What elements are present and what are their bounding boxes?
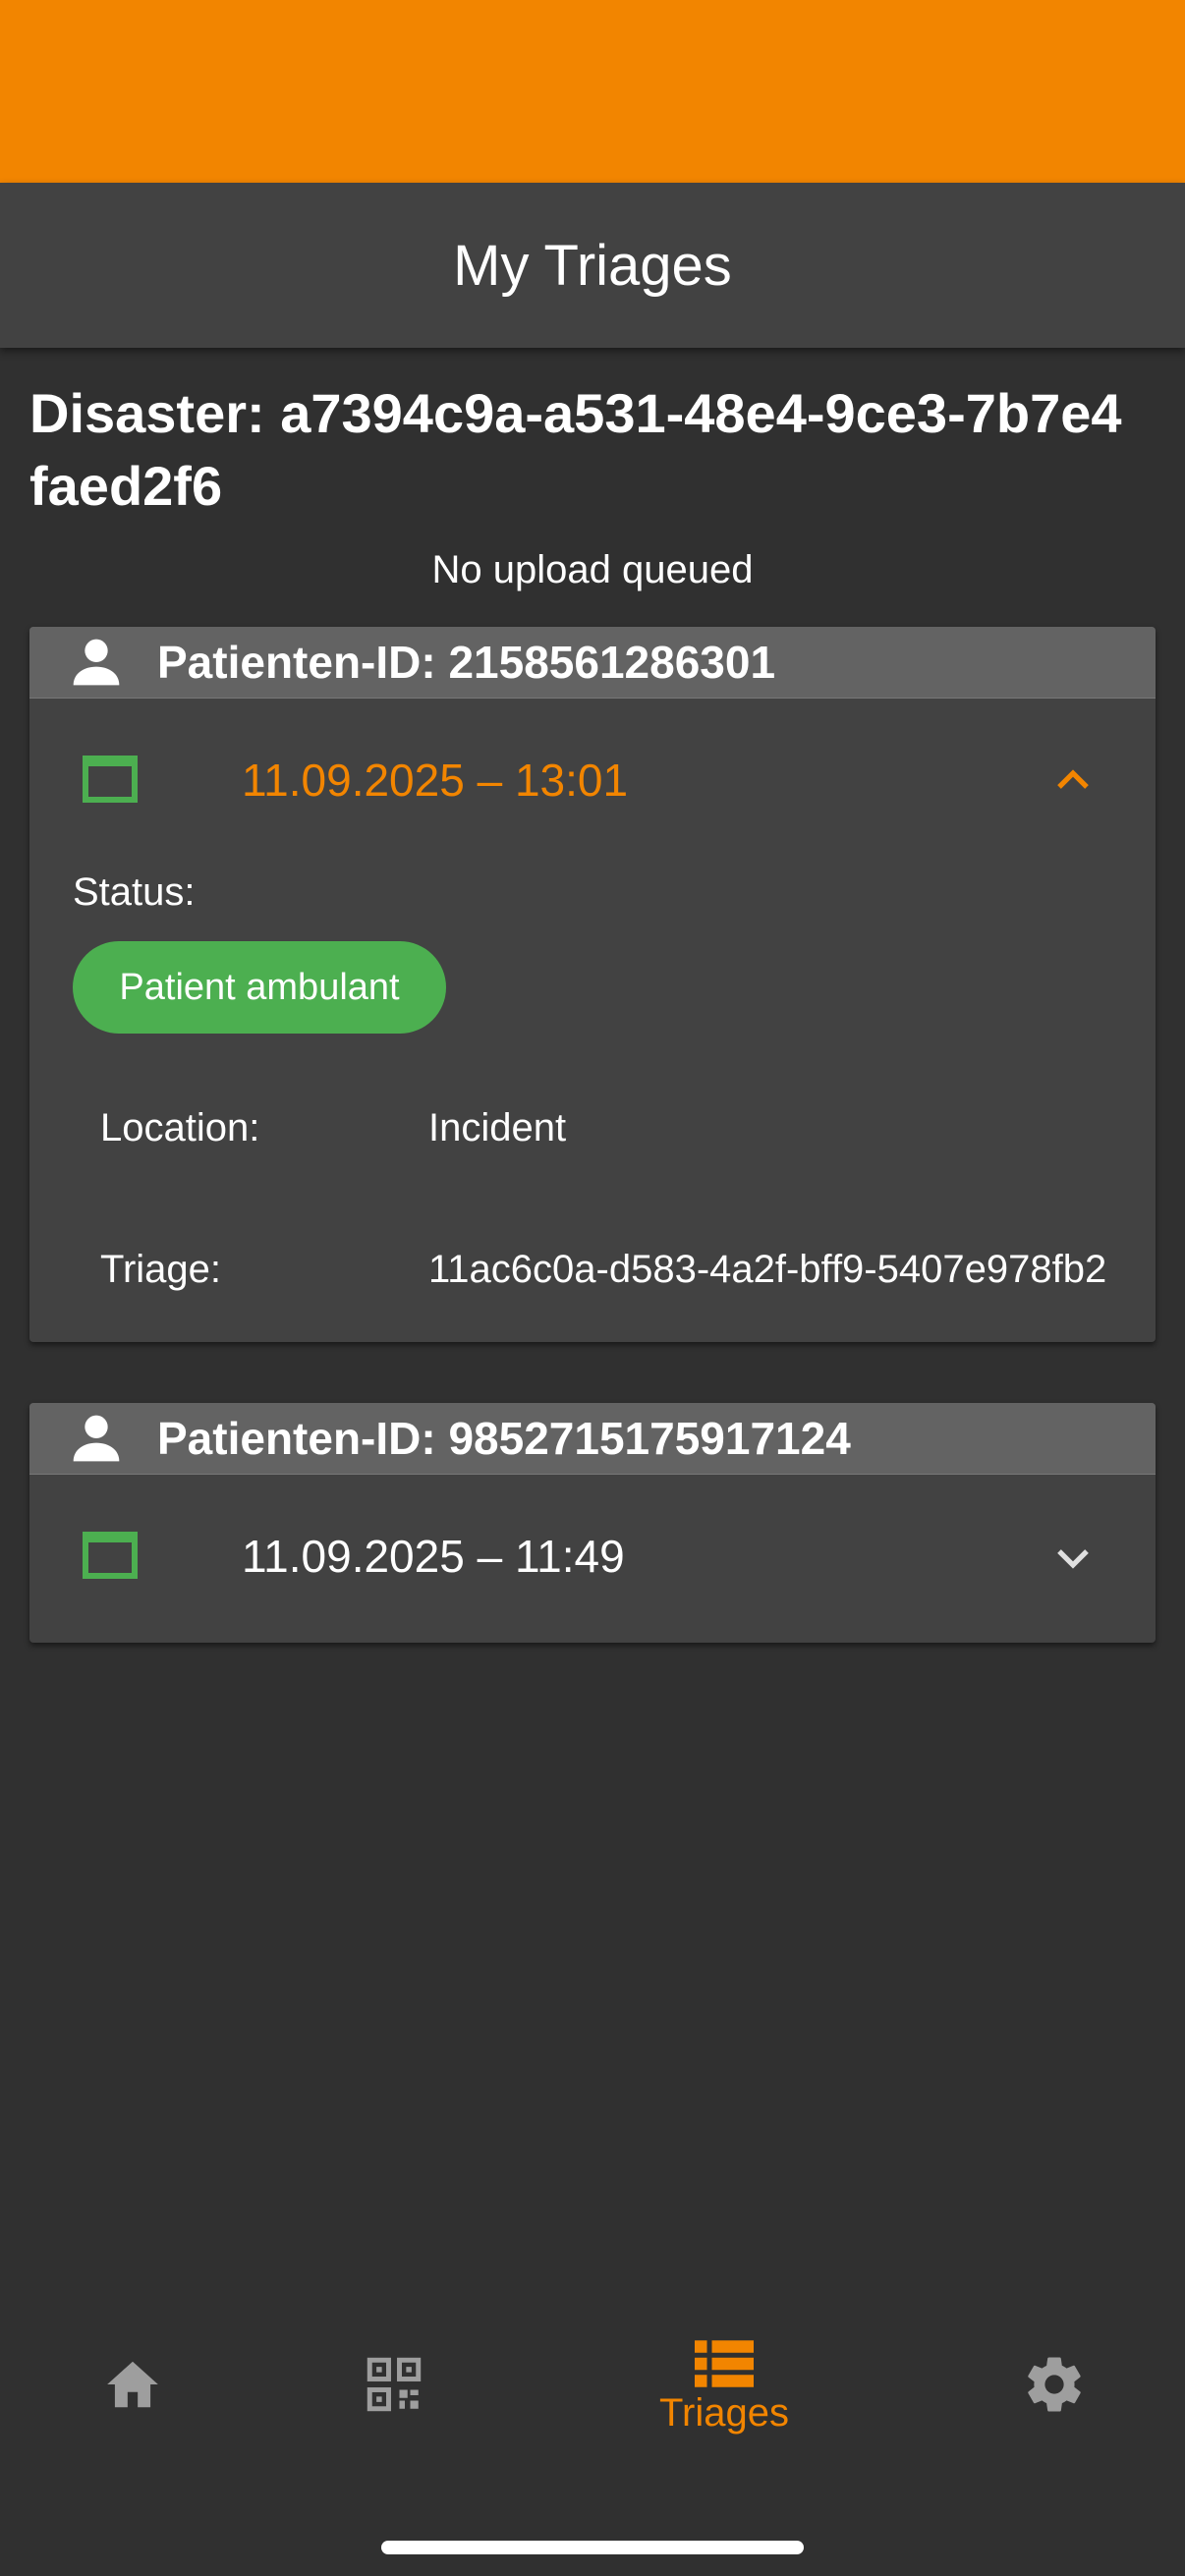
triage-entry-toggle[interactable]: 11.09.2025 – 11:49 <box>29 1475 1156 1642</box>
triage-card-icon <box>83 756 138 803</box>
list-icon <box>695 2340 754 2387</box>
person-icon <box>67 633 126 692</box>
nav-triages-label: Triages <box>659 2391 789 2435</box>
triage-card-icon <box>83 1532 138 1579</box>
status-bar <box>0 0 1185 183</box>
gear-icon <box>1028 2357 1081 2412</box>
triage-entry-toggle[interactable]: 11.09.2025 – 13:01 <box>29 699 1156 866</box>
nav-settings[interactable] <box>1010 2352 1099 2417</box>
patient-id: Patienten-ID: 9852715175917124 <box>157 1413 851 1464</box>
home-icon <box>107 2361 158 2408</box>
qr-code-icon <box>367 2357 422 2412</box>
chevron-up-icon[interactable] <box>1049 757 1097 805</box>
triage-date: 11.09.2025 – 11:49 <box>242 1531 625 1582</box>
nav-home[interactable] <box>88 2354 177 2415</box>
disaster-title: Disaster: a7394c9a-a531-48e4-9ce3-7b7e4f… <box>29 382 1122 517</box>
home-indicator <box>381 2541 804 2554</box>
patient-card-header: Patienten-ID: 9852715175917124 <box>29 1403 1156 1475</box>
upload-status-text: No upload queued <box>431 548 754 591</box>
status-badge: Patient ambulant <box>73 941 446 1034</box>
chevron-down-icon[interactable] <box>1049 1534 1097 1581</box>
bottom-navigation: Triages <box>0 2319 1185 2466</box>
status-label: Status: <box>73 870 196 914</box>
nav-scan[interactable] <box>350 2352 438 2417</box>
triage-label: Triage: <box>100 1248 222 1291</box>
triage-value: 11ac6c0a-d583-4a2f-bff9-5407e978fb2 <box>428 1248 1107 1291</box>
nav-triages[interactable]: Triages <box>639 2340 810 2436</box>
page-title: My Triages <box>453 233 732 298</box>
patient-card-header: Patienten-ID: 2158561286301 <box>29 627 1156 699</box>
location-label: Location: <box>100 1106 260 1149</box>
person-icon <box>67 1409 126 1468</box>
triage-date: 11.09.2025 – 13:01 <box>242 755 629 806</box>
patient-card: Patienten-ID: 9852715175917124 11.09.202… <box>29 1403 1156 1643</box>
app-bar: My Triages <box>0 183 1185 348</box>
patient-id: Patienten-ID: 2158561286301 <box>157 637 776 688</box>
location-value: Incident <box>428 1106 567 1149</box>
